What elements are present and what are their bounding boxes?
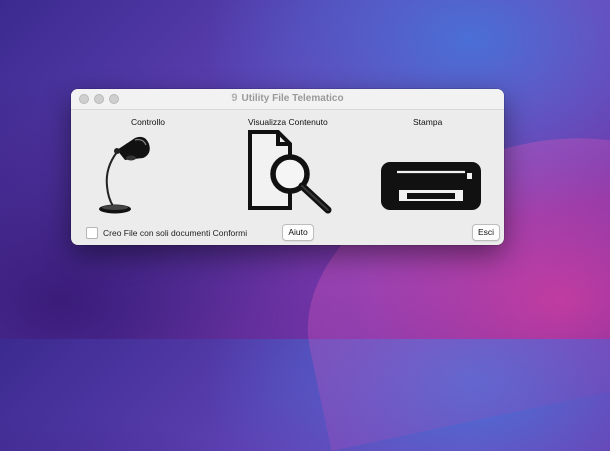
app-icon: 9 xyxy=(231,92,238,104)
title-bar[interactable]: 9 Utility File Telematico xyxy=(71,89,504,110)
visualizza-contenuto-label: Visualizza Contenuto xyxy=(248,117,328,127)
printer-icon[interactable] xyxy=(379,160,483,212)
document-search-icon[interactable] xyxy=(244,128,336,216)
stampa-label: Stampa xyxy=(413,117,443,127)
conformi-only-label: Creo File con soli documenti Conformi xyxy=(103,228,248,238)
controllo-label: Controllo xyxy=(131,117,166,127)
conformi-only-checkbox[interactable] xyxy=(86,227,98,239)
help-button[interactable]: Aiuto xyxy=(282,224,314,241)
desk-lamp-icon[interactable] xyxy=(95,134,155,216)
window-title-text: Utility File Telematico xyxy=(241,93,344,104)
exit-button[interactable]: Esci xyxy=(472,224,500,241)
window-title: 9 Utility File Telematico xyxy=(71,92,504,104)
